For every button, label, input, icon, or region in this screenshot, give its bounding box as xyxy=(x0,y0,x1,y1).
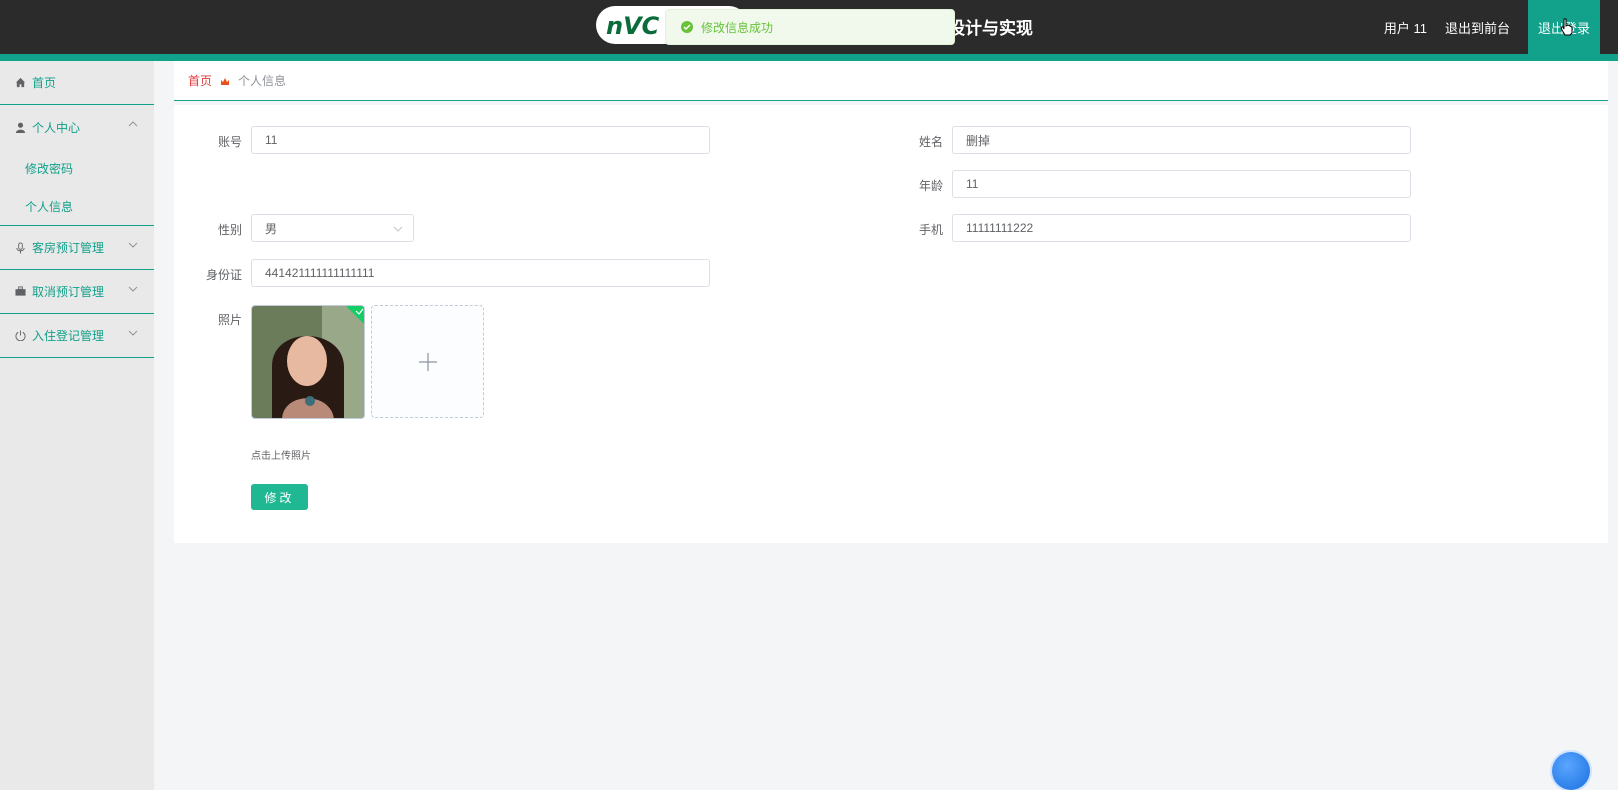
sidebar-item-label: 入住登记管理 xyxy=(32,329,105,343)
sidebar-item-cancel-booking[interactable]: 取消预订管理 xyxy=(0,270,154,314)
sidebar-item-change-password[interactable]: 修改密码 xyxy=(0,149,154,187)
sidebar-item-label: 客房预订管理 xyxy=(32,241,105,255)
breadcrumb-home-link[interactable]: 首页 xyxy=(188,72,212,89)
toast-message: 修改信息成功 xyxy=(701,20,774,35)
account-field[interactable]: 11 xyxy=(251,126,710,154)
sidebar-item-label: 首页 xyxy=(32,76,57,90)
header-actions: 用户 11 退出到前台 退出登录 xyxy=(1384,0,1618,54)
floating-assistant-button[interactable] xyxy=(1552,752,1590,790)
phone-label: 手机 xyxy=(918,223,943,237)
name-value: 删掉 xyxy=(966,133,991,148)
svg-text:nVC: nVC xyxy=(606,12,660,38)
microphone-icon xyxy=(14,242,26,254)
power-icon xyxy=(14,330,26,342)
chevron-down-icon xyxy=(128,286,138,292)
id-card-field[interactable]: 441421111111111111 xyxy=(251,259,710,287)
personal-center-submenu: 修改密码 个人信息 xyxy=(0,149,154,226)
photo-label: 照片 xyxy=(217,313,242,327)
chevron-down-icon xyxy=(393,226,403,232)
sidebar-item-room-booking[interactable]: 客房预订管理 xyxy=(0,226,154,270)
portrait-photo-image xyxy=(252,306,364,418)
gender-value: 男 xyxy=(265,221,278,236)
header-accent-stripe xyxy=(0,54,1618,61)
phone-value: 11111111222 xyxy=(966,221,1034,235)
age-value: 11 xyxy=(966,177,979,191)
submit-button[interactable]: 修改 xyxy=(251,484,308,510)
user-label: 用户 11 xyxy=(1383,20,1427,36)
hand-cursor-icon xyxy=(1560,18,1573,36)
breadcrumb-current: 个人信息 xyxy=(238,74,287,88)
sidebar-item-home[interactable]: 首页 xyxy=(0,61,154,105)
gender-select[interactable]: 男 xyxy=(251,214,414,242)
name-field[interactable]: 删掉 xyxy=(952,126,1411,154)
success-toast: 修改信息成功 xyxy=(665,9,955,45)
sidebar-item-personal-info[interactable]: 个人信息 xyxy=(0,187,154,225)
plus-icon xyxy=(418,352,437,371)
id-card-label: 身份证 xyxy=(205,268,242,282)
system-title: 设计与实现 xyxy=(948,19,1033,38)
upload-photo-button[interactable] xyxy=(371,305,484,418)
id-card-value: 441421111111111111 xyxy=(265,266,375,280)
chevron-down-icon xyxy=(128,330,138,336)
sidebar: 首页 个人中心 修改密码 个人信息 客房预订管理 取消预订管理 入住登记管理 xyxy=(0,61,154,790)
uploaded-photo[interactable] xyxy=(251,305,365,419)
sidebar-item-label: 个人中心 xyxy=(32,120,81,135)
age-field[interactable]: 11 xyxy=(952,170,1411,198)
sidebar-item-checkin[interactable]: 入住登记管理 xyxy=(0,314,154,358)
home-icon xyxy=(14,77,26,89)
name-label: 姓名 xyxy=(918,135,943,149)
chevron-up-icon xyxy=(128,121,138,127)
account-label: 账号 xyxy=(217,135,242,149)
gender-label: 性别 xyxy=(217,223,242,237)
age-label: 年龄 xyxy=(918,179,943,193)
briefcase-icon xyxy=(14,286,26,298)
success-check-icon xyxy=(681,21,693,33)
upload-tip: 点击上传照片 xyxy=(251,451,311,462)
back-to-front-link[interactable]: 退出到前台 xyxy=(1445,18,1510,37)
phone-field[interactable]: 11111111222 xyxy=(952,214,1411,242)
chevron-down-icon xyxy=(128,242,138,248)
account-value: 11 xyxy=(265,133,278,147)
user-icon xyxy=(14,121,26,133)
logout-button[interactable]: 退出登录 xyxy=(1527,0,1600,54)
breadcrumb: 首页 个人信息 xyxy=(174,61,1608,101)
breadcrumb-separator-icon xyxy=(220,76,230,86)
sidebar-item-personal-center[interactable]: 个人中心 xyxy=(0,105,154,149)
sidebar-item-label: 取消预订管理 xyxy=(32,285,105,299)
